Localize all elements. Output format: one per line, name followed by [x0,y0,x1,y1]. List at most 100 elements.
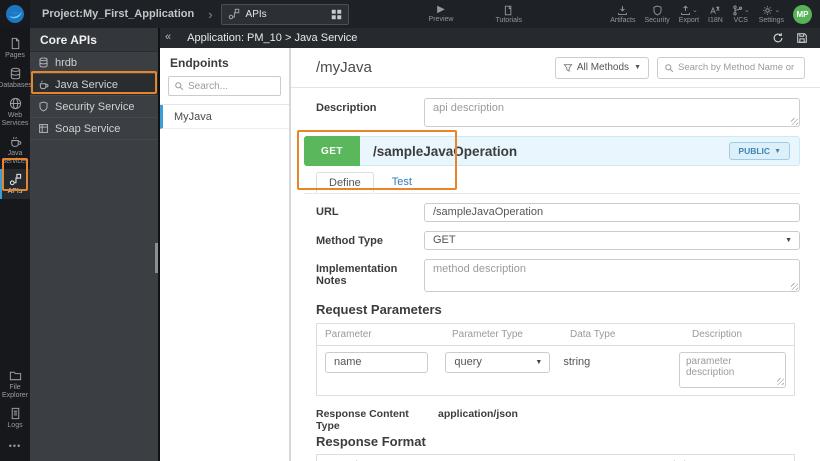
shield-icon [652,5,663,16]
tutorials-icon [503,5,514,16]
main-body: Description GET /sampleJavaOperation PUB… [291,88,820,461]
tab-test[interactable]: Test [380,172,424,193]
core-api-item-security-service[interactable]: Security Service [30,96,158,118]
grid-icon[interactable] [331,9,342,20]
breadcrumb: Application: PM_10 > Java Service [187,32,358,44]
security-button[interactable]: Security [645,0,670,28]
preview-button[interactable]: ▶ Preview [429,0,454,28]
settings-button[interactable]: ⌄ Settings [759,0,784,28]
topbar-actions: Artifacts Security ⌄ Export I18N ⌄ VCS ⌄… [610,0,820,28]
table-header: Operation Type Description [317,455,794,461]
project-name[interactable]: Project:My_First_Application [42,8,194,20]
core-api-item-hrdb[interactable]: hrdb [30,52,158,74]
column-header: Parameter Type [452,328,523,340]
search-icon [664,63,674,73]
core-apis-title: Core APIs [30,28,158,52]
logs-icon [9,407,22,420]
api-icon [9,173,22,186]
main-header: /myJava All Methods ▼ [291,48,820,88]
column-header: Type [477,455,639,461]
sidebar-more-button[interactable]: ••• [0,433,30,461]
request-parameters-table: Parameter Parameter Type Data Type Descr… [316,322,795,396]
url-input[interactable] [424,202,800,222]
page-icon [9,37,22,50]
caret-down-icon: ⌄ [743,7,750,14]
apis-tab[interactable]: APIs [220,3,349,25]
translate-icon [709,5,721,16]
endpoints-title: Endpoints [170,56,229,70]
save-button[interactable] [796,32,808,44]
description-row: Description [304,98,800,127]
wavemaker-logo[interactable] [0,0,30,28]
scrollbar-thumb[interactable] [155,243,158,273]
sidebar-item-pages[interactable]: Pages [0,33,30,63]
method-search-input[interactable] [678,62,796,73]
export-button[interactable]: ⌄ Export [679,0,699,28]
endpoints-search-input[interactable] [188,80,273,92]
sidebar-item-apis[interactable]: APIs [0,169,30,199]
top-bar: Project:My_First_Application › APIs ▶ Pr… [0,0,820,28]
database-icon [9,67,22,80]
save-icon [796,32,808,44]
page-title: /myJava [316,59,372,76]
caret-down-icon: ▼ [774,147,781,155]
caret-down-icon: ▼ [785,236,792,244]
operation-path: /sampleJavaOperation [373,143,518,159]
endpoints-search[interactable] [168,76,281,96]
user-avatar[interactable]: MP [793,4,812,24]
parameter-description-textarea[interactable] [679,351,786,388]
chevron-right-icon: › [208,6,213,22]
upload-icon [680,5,691,16]
i18n-button[interactable]: I18N [708,0,723,28]
response-format-table: Operation Type Description sampleJavaOpe… [316,453,795,461]
branch-icon [732,5,743,16]
core-apis-panel: Core APIs hrdb Java Service Security Ser… [30,28,160,461]
vcs-button[interactable]: ⌄ VCS [732,0,750,28]
operation-section: GET /sampleJavaOperation PUBLIC ▼ Define… [304,136,800,194]
core-api-item-java-service[interactable]: Java Service [30,74,158,96]
core-api-item-soap-service[interactable]: Soap Service [30,118,158,140]
refresh-button[interactable] [772,32,784,44]
gear-icon [762,5,773,16]
play-icon: ▶ [437,4,445,15]
tab-define[interactable]: Define [316,172,374,193]
methods-filter-dropdown[interactable]: All Methods ▼ [554,56,649,79]
main-content: /myJava All Methods ▼ Description [290,48,820,461]
response-content-type-label: Response Content Type [316,407,409,432]
artifacts-button[interactable]: Artifacts [610,0,636,28]
column-header: Operation [317,455,477,461]
data-type-value: string [563,355,591,368]
caret-down-icon: ⌄ [774,7,781,14]
endpoints-panel: Endpoints MyJava [160,48,290,461]
url-label: URL [316,206,339,218]
tutorials-button[interactable]: Tutorials [495,0,522,28]
sidebar-item-file-explorer[interactable]: File Explorer [0,365,30,403]
column-header: Data Type [570,328,616,340]
collapse-panel-icon[interactable]: « [160,31,177,45]
implementation-notes-textarea[interactable] [424,258,800,292]
parameter-type-select[interactable]: query ▼ [445,351,551,373]
folder-icon [9,369,22,382]
method-type-label: Method Type [316,234,384,247]
operation-bar[interactable]: GET /sampleJavaOperation PUBLIC ▼ [304,136,800,166]
method-type-select[interactable]: GET ▼ [424,230,800,250]
description-textarea[interactable] [424,98,800,127]
sidebar-item-databases[interactable]: Databases [0,63,32,93]
response-content-type-value: application/json [438,407,518,420]
globe-icon [9,97,22,110]
parameter-name-input[interactable] [325,351,428,373]
search-icon [174,81,184,91]
database-icon [38,57,49,68]
visibility-dropdown[interactable]: PUBLIC ▼ [729,142,790,160]
sidebar-item-java-services[interactable]: Java Services [0,131,30,169]
column-header: Description [692,328,743,340]
description-label: Description [316,102,377,114]
endpoint-item-myjava[interactable]: MyJava [160,105,289,129]
sidebar-item-logs[interactable]: Logs [0,403,30,433]
application-breadcrumb-strip: « Application: PM_10 > Java Service [160,28,820,48]
wavemaker-logo-icon [6,5,24,23]
sidebar-item-web-services[interactable]: Web Services [0,93,30,131]
method-search[interactable] [657,56,805,79]
method-type-row: Method Type GET ▼ [304,230,800,250]
